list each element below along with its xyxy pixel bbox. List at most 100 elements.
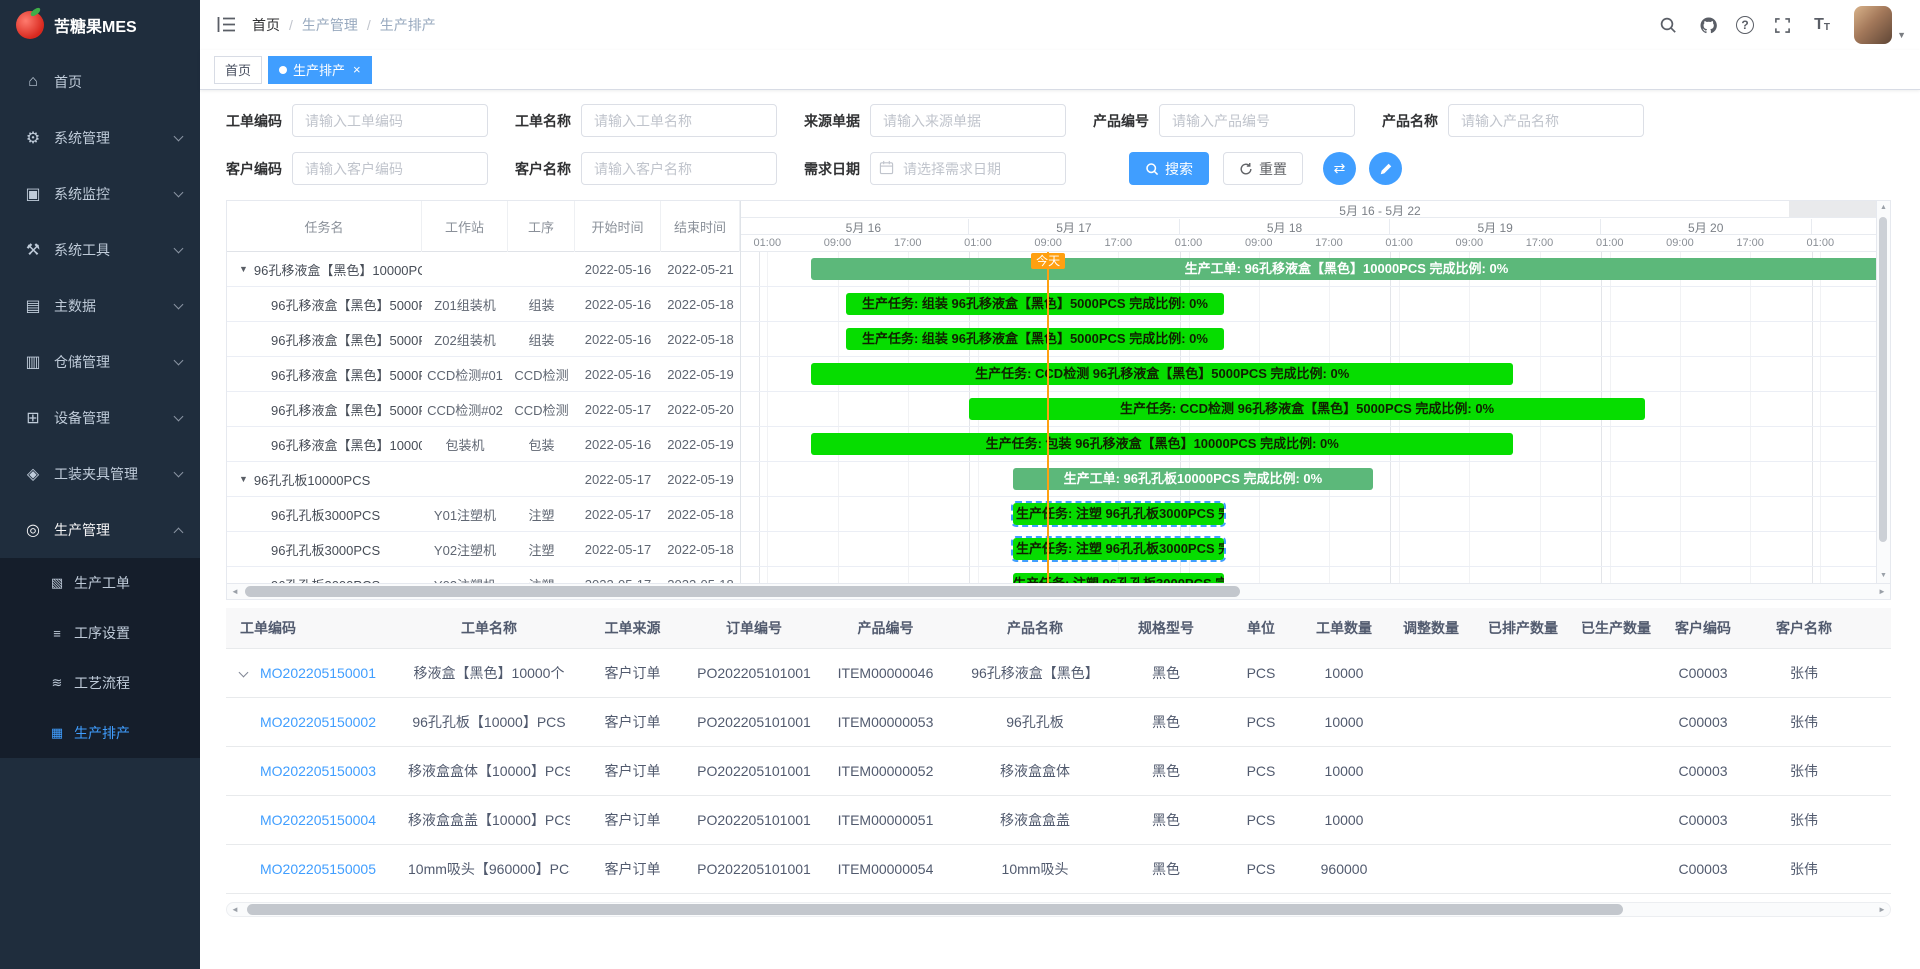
gantt-vscroll-track[interactable] (1877, 215, 1890, 569)
field-label: 需求日期 (804, 159, 860, 179)
workorder-icon: ▧ (48, 575, 66, 591)
input-来源单据[interactable] (870, 104, 1066, 137)
table-hscroll-track[interactable] (243, 903, 1874, 916)
scroll-right-icon[interactable]: ► (1874, 587, 1890, 596)
table-cell: C00003 (1662, 795, 1744, 844)
scroll-up-icon[interactable]: ▲ (1880, 201, 1887, 215)
input-产品编号[interactable] (1159, 104, 1355, 137)
table-row[interactable]: MO202205150001移液盒【黑色】10000个客户订单PO2022051… (226, 648, 1891, 697)
refresh-gantt-button[interactable]: ⇄ (1323, 152, 1356, 185)
table-cell: PCS (1220, 795, 1302, 844)
github-icon[interactable] (1696, 12, 1720, 38)
table-row[interactable]: MO202205150004移液盒盒盖【10000】PCS客户订单PO20220… (226, 795, 1891, 844)
task-bar[interactable]: 生产任务: CCD检测 96孔移液盒【黑色】5000PCS 完成比例: 0% (811, 363, 1513, 385)
reset-button[interactable]: 重置 (1223, 152, 1303, 185)
demand-date-input[interactable] (870, 152, 1066, 185)
gantt-grid-row[interactable]: 96孔移液盒【黑色】5000PCSCCD检测#02CCD检测2022-05-17… (227, 392, 740, 427)
task-bar[interactable]: 生产任务: 注塑 96孔孔板3000PCS 完成比例: 0% (1013, 503, 1224, 525)
input-工单编码[interactable] (292, 104, 488, 137)
scroll-right-icon[interactable]: ► (1874, 905, 1890, 914)
gantt-horizontal-scrollbar[interactable]: ◄ ► (226, 583, 1891, 600)
sidebar-item-工序设置[interactable]: ≡工序设置 (0, 608, 200, 658)
input-客户名称[interactable] (581, 152, 777, 185)
task-bar[interactable]: 生产任务: 组装 96孔移液盒【黑色】5000PCS 完成比例: 0% (846, 328, 1223, 350)
breadcrumb-item[interactable]: 生产管理 (302, 15, 358, 35)
scroll-down-icon[interactable]: ▼ (1880, 569, 1887, 583)
table-row[interactable]: MO20220515000296孔孔板【10000】PCS客户订单PO20220… (226, 697, 1891, 746)
task-bar[interactable]: 生产任务: 包装 96孔移液盒【黑色】10000PCS 完成比例: 0% (811, 433, 1513, 455)
search-form: 工单编码工单名称来源单据产品编号产品名称客户编码客户名称需求日期搜索重置⇄ (226, 104, 1894, 185)
tab-生产排产[interactable]: 生产排产× (268, 56, 372, 84)
sidebar-item-生产工单[interactable]: ▧生产工单 (0, 558, 200, 608)
sidebar-toggle-icon[interactable] (200, 12, 252, 38)
sidebar-item-系统工具[interactable]: ⚒系统工具 (0, 222, 200, 278)
scroll-left-icon[interactable]: ◄ (227, 587, 243, 596)
table-horizontal-scrollbar[interactable]: ◄ ► (226, 902, 1891, 917)
sidebar-item-工装夹具管理[interactable]: ◈工装夹具管理 (0, 446, 200, 502)
task-bar[interactable]: 生产任务: 注塑 96孔孔板3000PCS 完成比例: 0% (1013, 573, 1224, 583)
gantt-grid-row[interactable]: 96孔移液盒【黑色】10000PCS包装机包装2022-05-162022-05… (227, 427, 740, 462)
sidebar-item-仓储管理[interactable]: ▥仓储管理 (0, 334, 200, 390)
gantt-hscroll-track[interactable] (243, 584, 1874, 599)
collapse-icon[interactable]: ▼ (239, 264, 248, 274)
submenu: ▧生产工单≡工序设置≋工艺流程▦生产排产 (0, 558, 200, 758)
gantt-grid-row[interactable]: 96孔移液盒【黑色】5000PCSZ02组装机组装2022-05-162022-… (227, 322, 740, 357)
input-工单名称[interactable] (581, 104, 777, 137)
search-icon[interactable] (1656, 12, 1680, 38)
workorder-code-link[interactable]: MO202205150002 (260, 714, 376, 730)
sidebar-item-首页[interactable]: ⌂首页 (0, 54, 200, 110)
table-cell: 移液盒盒盖 (958, 795, 1112, 844)
gantt-hscroll-thumb[interactable] (245, 586, 1240, 597)
input-产品名称[interactable] (1448, 104, 1644, 137)
sidebar-item-系统管理[interactable]: ⚙系统管理 (0, 110, 200, 166)
gantt-grid-row[interactable]: 96孔孔板3000PCSY02注塑机注塑2022-05-172022-05-18 (227, 532, 740, 567)
app-logo[interactable]: 苦糖果MES (0, 0, 200, 50)
tab-首页[interactable]: 首页 (214, 56, 262, 84)
table-cell (1570, 844, 1662, 893)
sidebar-item-工艺流程[interactable]: ≋工艺流程 (0, 658, 200, 708)
user-avatar[interactable]: ▼ (1854, 6, 1906, 44)
gantt-grid-row[interactable]: 96孔移液盒【黑色】5000PCSZ01组装机组装2022-05-162022-… (227, 287, 740, 322)
table-row[interactable]: MO20220515000510mm吸头【960000】PCS客户订单PO202… (226, 844, 1891, 893)
expand-row-icon[interactable] (239, 667, 249, 677)
task-bar[interactable]: 生产任务: 注塑 96孔孔板3000PCS 完成比例: 0% (1013, 538, 1224, 560)
workorder-bar[interactable]: 生产工单: 96孔移液盒【黑色】10000PCS 完成比例: 0% (811, 258, 1876, 280)
breadcrumb-item[interactable]: 生产排产 (380, 15, 436, 35)
breadcrumb-item[interactable]: 首页 (252, 15, 280, 35)
workorder-code-link[interactable]: MO202205150003 (260, 763, 376, 779)
task-bar[interactable]: 生产任务: CCD检测 96孔移液盒【黑色】5000PCS 完成比例: 0% (969, 398, 1645, 420)
collapse-icon[interactable]: ▼ (239, 474, 248, 484)
workorder-code-link[interactable]: MO202205150001 (260, 665, 376, 681)
table-row[interactable]: MO202205150003移液盒盒体【10000】PCS客户订单PO20220… (226, 746, 1891, 795)
close-icon[interactable]: × (353, 62, 361, 77)
workorder-code-link[interactable]: MO202205150005 (260, 861, 376, 877)
sidebar-item-生产排产[interactable]: ▦生产排产 (0, 708, 200, 758)
input-客户编码[interactable] (292, 152, 488, 185)
task-bar[interactable]: 生产任务: 组装 96孔移液盒【黑色】5000PCS 完成比例: 0% (846, 293, 1223, 315)
gantt-grid-row[interactable]: 96孔孔板3000PCSY03注塑机注塑2022-05-172022-05-18 (227, 567, 740, 583)
page-content: 工单编码工单名称来源单据产品编号产品名称客户编码客户名称需求日期搜索重置⇄ 任务… (200, 90, 1920, 969)
gantt-vertical-scrollbar[interactable]: ▲ ▼ (1876, 201, 1890, 583)
scroll-left-icon[interactable]: ◄ (227, 905, 243, 914)
gantt-grid-row[interactable]: 96孔移液盒【黑色】5000PCSCCD检测#01CCD检测2022-05-16… (227, 357, 740, 392)
sidebar-item-系统监控[interactable]: ▣系统监控 (0, 166, 200, 222)
gantt-grid-row[interactable]: 96孔孔板3000PCSY01注塑机注塑2022-05-172022-05-18 (227, 497, 740, 532)
gantt-grid-row[interactable]: ▼96孔移液盒【黑色】10000PCS2022-05-162022-05-21 (227, 252, 740, 287)
sidebar-item-生产管理[interactable]: ◎生产管理 (0, 502, 200, 558)
task-name: 96孔孔板3000PCS (271, 505, 380, 524)
font-size-icon[interactable]: TT (1810, 12, 1834, 38)
workstation-cell: Y01注塑机 (422, 505, 508, 524)
gantt-row: 生产任务: 组装 96孔移液盒【黑色】5000PCS 完成比例: 0% (741, 322, 1876, 357)
workorder-code-link[interactable]: MO202205150004 (260, 812, 376, 828)
gantt-vscroll-thumb[interactable] (1879, 217, 1887, 542)
question-icon[interactable]: ? (1736, 16, 1754, 34)
sidebar-item-主数据[interactable]: ▤主数据 (0, 278, 200, 334)
search-button[interactable]: 搜索 (1129, 152, 1209, 185)
edit-button[interactable] (1369, 152, 1402, 185)
table-hscroll-thumb[interactable] (247, 904, 1623, 915)
fullscreen-icon[interactable] (1770, 12, 1794, 38)
gantt-grid-row[interactable]: ▼96孔孔板10000PCS2022-05-172022-05-19 (227, 462, 740, 497)
sidebar-item-设备管理[interactable]: ⊞设备管理 (0, 390, 200, 446)
table-cell (1386, 844, 1476, 893)
workorder-bar[interactable]: 生产工单: 96孔孔板10000PCS 完成比例: 0% (1013, 468, 1373, 490)
